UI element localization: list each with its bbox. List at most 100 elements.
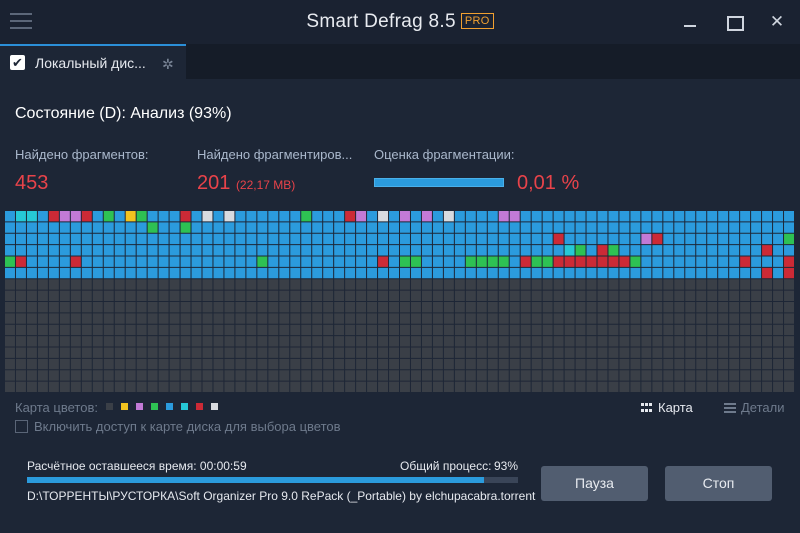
maximize-button[interactable] [724,12,744,32]
disk-block [674,290,685,302]
disk-block [169,370,180,381]
disk-block [597,381,608,393]
disk-block [553,324,564,336]
disk-block [367,211,378,222]
color-access-checkbox[interactable]: Включить доступ к карте диска для выбора… [15,419,341,434]
disk-block [114,256,125,267]
view-map-button[interactable]: Карта [641,400,693,415]
legend-swatch[interactable] [106,403,113,410]
disk-block [147,290,158,302]
disk-block [136,370,147,381]
tab-checkbox-icon[interactable]: ✔ [10,55,25,70]
disk-block [410,256,421,267]
disk-block [279,279,290,290]
disk-block [301,324,312,336]
disk-block [608,279,619,290]
disk-block [410,302,421,313]
legend-swatch[interactable] [181,403,188,410]
disk-block [81,256,92,267]
disk-block [531,290,542,302]
legend-swatch[interactable] [166,403,173,410]
disk-block [652,290,663,302]
stop-button[interactable]: Стоп [665,466,772,501]
disk-block [191,370,202,381]
disk-block [224,336,235,347]
legend-swatch[interactable] [136,403,143,410]
disk-block [15,256,26,267]
disk-block [389,290,399,302]
disk-block [367,358,378,370]
disk-block [652,336,663,347]
legend-swatch[interactable] [121,403,128,410]
disk-block [400,347,410,358]
disk-block [575,279,586,290]
disk-block [652,302,663,313]
disk-block [92,302,103,313]
legend-swatch[interactable] [196,403,203,410]
disk-block [400,324,410,336]
disk-block [509,302,520,313]
disk-block [784,256,794,267]
disk-block [443,233,454,245]
disk-block [136,358,147,370]
disk-block [323,336,334,347]
disk-block [169,245,180,256]
disk-block [465,336,476,347]
disk-block [15,358,26,370]
disk-block [235,233,246,245]
disk-block [389,370,399,381]
disk-block [400,211,410,222]
disk-block [345,347,356,358]
disk-block [312,233,323,245]
disk-block [180,302,191,313]
tab-local-disk[interactable]: ✔ Локальный дис... ✲ [0,44,186,79]
disk-block [564,381,575,393]
disk-block [784,211,794,222]
disk-block [476,381,487,393]
disk-block [553,211,564,222]
progress-bar [27,477,518,483]
disk-block [37,290,48,302]
disk-block [114,267,125,279]
disk-block [553,279,564,290]
fragmentation-rating-bar [374,178,504,187]
disk-block [619,313,630,324]
disk-block [707,233,718,245]
disk-block [630,222,641,233]
checkbox-icon[interactable] [15,420,28,433]
disk-block [367,347,378,358]
disk-block [575,347,586,358]
pause-button[interactable]: Пауза [541,466,648,501]
disk-block [520,222,531,233]
disk-block [158,358,169,370]
disk-block [345,324,356,336]
legend-swatch[interactable] [151,403,158,410]
disk-block [378,336,389,347]
disk-block [718,370,729,381]
disk-block [586,302,597,313]
disk-block [564,245,575,256]
disk-block [257,381,268,393]
disk-block [641,233,652,245]
disk-block [531,336,542,347]
disk-block [421,267,432,279]
disk-block [15,290,26,302]
view-details-button[interactable]: Детали [724,400,785,415]
disk-block [235,336,246,347]
disk-block [531,256,542,267]
disk-block [773,222,784,233]
disk-block [498,302,509,313]
legend-swatch[interactable] [211,403,218,410]
disk-block [421,336,432,347]
disk-block [630,233,641,245]
disk-block [542,370,553,381]
close-button[interactable]: ✕ [767,12,787,32]
disk-block [345,290,356,302]
disk-block [487,358,498,370]
minimize-button[interactable] [680,12,700,32]
disk-block [707,222,718,233]
grid-icon [641,403,653,413]
disk-block [125,313,136,324]
disk-block [487,222,498,233]
disk-block [158,222,169,233]
